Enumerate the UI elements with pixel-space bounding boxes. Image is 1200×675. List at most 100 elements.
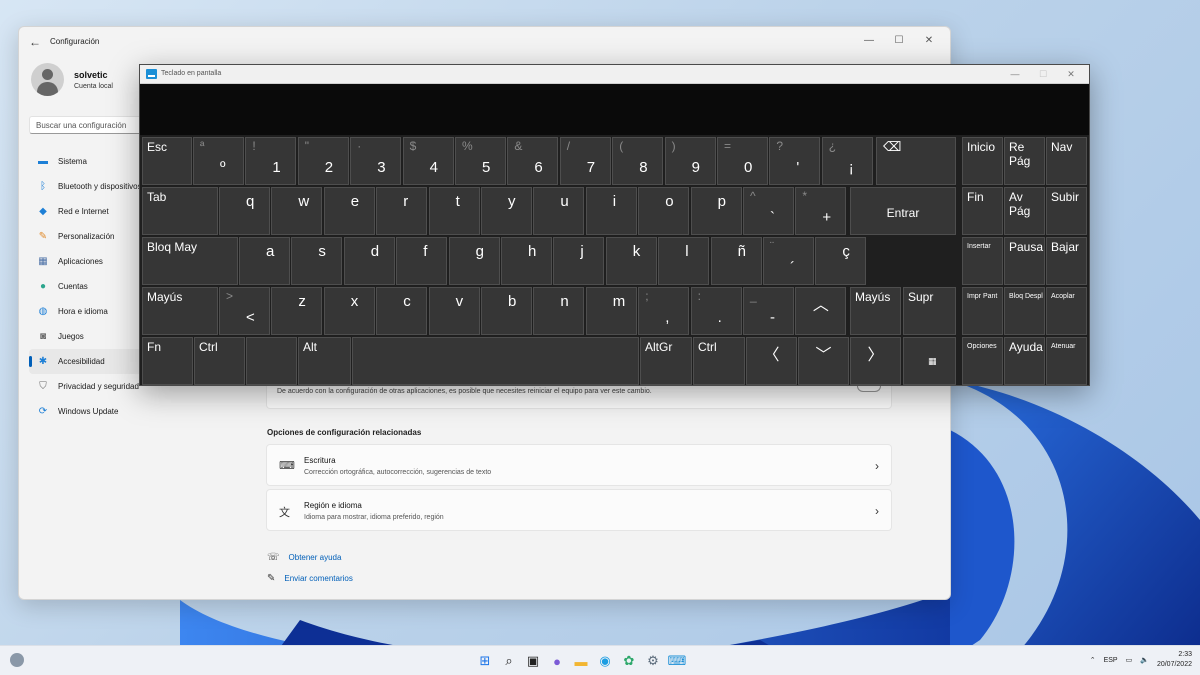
key-mayús[interactable]: Mayús [850,287,901,335]
widgets-icon[interactable] [10,653,24,667]
key-u[interactable]: u [533,187,585,235]
key-a[interactable]: a [239,237,290,285]
windows-start-icon[interactable]: ⊞ [476,652,494,670]
arrow-up-key[interactable]: ︿ [795,287,847,335]
minimize-button[interactable]: — [1001,66,1029,82]
key-w[interactable]: w [271,187,323,235]
key-av-pág[interactable]: Av Pág [1004,187,1045,235]
key-q[interactable]: q [219,187,270,235]
key-bajar[interactable]: Bajar [1046,237,1087,285]
key--[interactable]: _ - [743,287,794,335]
key-j[interactable]: j [553,237,605,285]
key-2[interactable]: " 2 [297,137,349,185]
chat-icon[interactable]: ● [548,652,566,670]
task-view-icon[interactable]: ▣ [524,652,542,670]
key-4[interactable]: $4 [402,137,454,185]
windows-logo-key[interactable] [246,337,329,385]
sidebar-item[interactable]: ● Cuentas [29,274,154,299]
key-k[interactable]: k [605,237,657,285]
sidebar-item[interactable]: ᛒ Bluetooth y dispositivos [29,174,154,199]
chevron-up-icon[interactable]: ⌃ [1090,656,1096,664]
osk-app-icon[interactable]: ⌨ [668,652,687,670]
key-h[interactable]: h [501,237,552,285]
key-o[interactable]: o [638,187,690,235]
key-e[interactable]: e [323,187,375,235]
key-ç[interactable]: ç [815,237,867,285]
minimize-button[interactable]: — [854,32,884,50]
key-,[interactable]: ;, [638,287,690,335]
sidebar-item[interactable]: ⟳ Windows Update [29,399,154,424]
sidebar-item[interactable]: ▬ Sistema [29,149,154,174]
backspace-key[interactable]: ⌫ [876,137,956,185]
key-ctrl[interactable]: Ctrl [194,337,245,385]
key-l[interactable]: l [658,237,710,285]
arrow-left-key[interactable]: 〈 [746,337,797,385]
volume-icon[interactable]: 🔈 [1140,656,1149,664]
key-subir[interactable]: Subir [1046,187,1087,235]
key-ñ[interactable]: ñ [710,237,762,285]
key-mayús[interactable]: Mayús [142,287,218,335]
key-alt[interactable]: Alt [298,337,351,385]
close-button[interactable]: ✕ [914,32,944,50]
sidebar-item[interactable]: ⛉ Privacidad y seguridad [29,374,154,399]
language-indicator[interactable]: ESP [1104,657,1118,664]
sidebar-item[interactable]: ✎ Personalización [29,224,154,249]
key-y[interactable]: y [481,187,532,235]
sidebar-item[interactable]: ✱ Accesibilidad [29,349,154,374]
key-c[interactable]: c [376,287,428,335]
key-pausa[interactable]: Pausa [1004,237,1045,285]
key-altgr[interactable]: AltGr [640,337,692,385]
clock[interactable]: 2:33 20/07/2022 [1157,650,1192,670]
key-acoplar[interactable]: Acoplar [1046,287,1087,335]
key-esc[interactable]: Esc [142,137,192,185]
key-supr[interactable]: Supr [903,287,956,335]
key-i[interactable]: i [585,187,637,235]
file-explorer-icon[interactable]: ▬ [572,652,590,670]
user-profile[interactable]: solvetic Cuenta local [31,63,113,96]
key-z[interactable]: z [271,287,323,335]
related-typing-row[interactable]: ⌨ Escritura Corrección ortográfica, auto… [266,444,892,486]
key-space[interactable] [352,337,639,385]
key-<[interactable]: > < [219,287,270,335]
key-entrar[interactable]: Entrar [850,187,956,235]
key-¡[interactable]: ¿ ¡ [821,137,873,185]
settings-icon[interactable]: ⚙ [644,652,662,670]
send-feedback-link[interactable]: ✎ Enviar comentarios [267,573,353,584]
key-tab[interactable]: Tab [142,187,218,235]
sidebar-item[interactable]: ◆ Red e Internet [29,199,154,224]
network-icon[interactable]: ▭ [1126,656,1133,664]
sidebar-item[interactable]: ◙ Juegos [29,324,154,349]
key-´[interactable]: ¨ ´ [763,237,814,285]
key-8[interactable]: (8 [612,137,664,185]
key-f[interactable]: f [396,237,448,285]
key-bloq-despl[interactable]: Bloq Despl [1004,287,1045,335]
key-opciones[interactable]: Opciones [962,337,1003,385]
key-º[interactable]: ªº [193,137,244,185]
key-r[interactable]: r [376,187,428,235]
key-'[interactable]: ? ' [769,137,821,185]
key-6[interactable]: & 6 [507,137,559,185]
key-9[interactable]: ) 9 [664,137,716,185]
store-icon[interactable]: ✿ [620,652,638,670]
sidebar-item[interactable]: ◍ Hora e idioma [29,299,154,324]
key-n[interactable]: n [533,287,585,335]
search-icon[interactable]: ⌕ [500,652,518,670]
key-ayuda[interactable]: Ayuda [1004,337,1045,385]
key-7[interactable]: /7 [559,137,611,185]
maximize-button[interactable]: ☐ [884,32,914,50]
key-0[interactable]: = 0 [717,137,768,185]
key-t[interactable]: t [428,187,480,235]
key-re-pág[interactable]: Re Pág [1004,137,1045,185]
key-inicio[interactable]: Inicio [962,137,1003,185]
key-x[interactable]: x [323,287,375,335]
key-impr-pant[interactable]: Impr Pant [962,287,1003,335]
key-bloq-may[interactable]: Bloq May [142,237,238,285]
key-5[interactable]: % 5 [455,137,506,185]
key-p[interactable]: p [690,187,742,235]
key-m[interactable]: m [585,287,637,335]
close-button[interactable]: ✕ [1057,66,1085,82]
settings-search-input[interactable]: Buscar una configuración [29,116,147,134]
key-d[interactable]: d [343,237,395,285]
keyboard-key[interactable]: ▦ [903,337,956,385]
key-fin[interactable]: Fin [962,187,1003,235]
